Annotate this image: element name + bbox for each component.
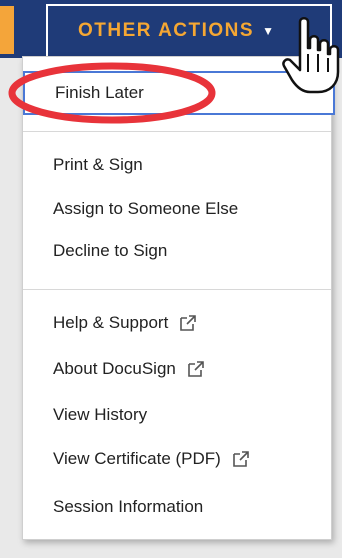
menu-item-label: Session Information bbox=[53, 497, 204, 516]
menu-item-session-information[interactable]: Session Information bbox=[53, 497, 203, 517]
other-actions-label: OTHER ACTIONS bbox=[78, 20, 255, 41]
chevron-down-icon: ▼ bbox=[262, 24, 276, 38]
menu-item-view-certificate[interactable]: View Certificate (PDF) bbox=[53, 449, 251, 469]
external-link-icon bbox=[180, 315, 197, 331]
menu-item-view-history[interactable]: View History bbox=[53, 405, 147, 425]
menu-item-about-docusign[interactable]: About DocuSign bbox=[53, 359, 206, 379]
menu-item-label: Print & Sign bbox=[53, 155, 143, 174]
menu-item-label: Decline to Sign bbox=[53, 241, 168, 260]
screenshot-stage: OTHER ACTIONS ▼ Finish Later Print & Sig… bbox=[0, 0, 342, 558]
hand-pointer-icon bbox=[282, 17, 340, 94]
other-actions-menu: Finish Later Print & Sign Assign to Some… bbox=[22, 56, 335, 540]
highlight-ellipse bbox=[8, 62, 216, 124]
menu-item-label: View Certificate (PDF) bbox=[53, 449, 221, 468]
menu-item-assign-someone-else[interactable]: Assign to Someone Else bbox=[53, 199, 238, 219]
menu-item-help-support[interactable]: Help & Support bbox=[53, 313, 198, 333]
menu-item-print-sign[interactable]: Print & Sign bbox=[53, 155, 143, 175]
menu-item-label: Help & Support bbox=[53, 313, 169, 332]
menu-divider bbox=[23, 131, 331, 132]
menu-item-decline-to-sign[interactable]: Decline to Sign bbox=[53, 241, 167, 261]
menu-item-label: Assign to Someone Else bbox=[53, 199, 239, 218]
accent-strip bbox=[0, 6, 14, 54]
external-link-icon bbox=[188, 361, 204, 377]
external-link-icon bbox=[233, 451, 249, 467]
menu-item-label: View History bbox=[53, 405, 148, 424]
menu-divider bbox=[23, 289, 331, 290]
menu-item-label: About DocuSign bbox=[53, 359, 176, 378]
